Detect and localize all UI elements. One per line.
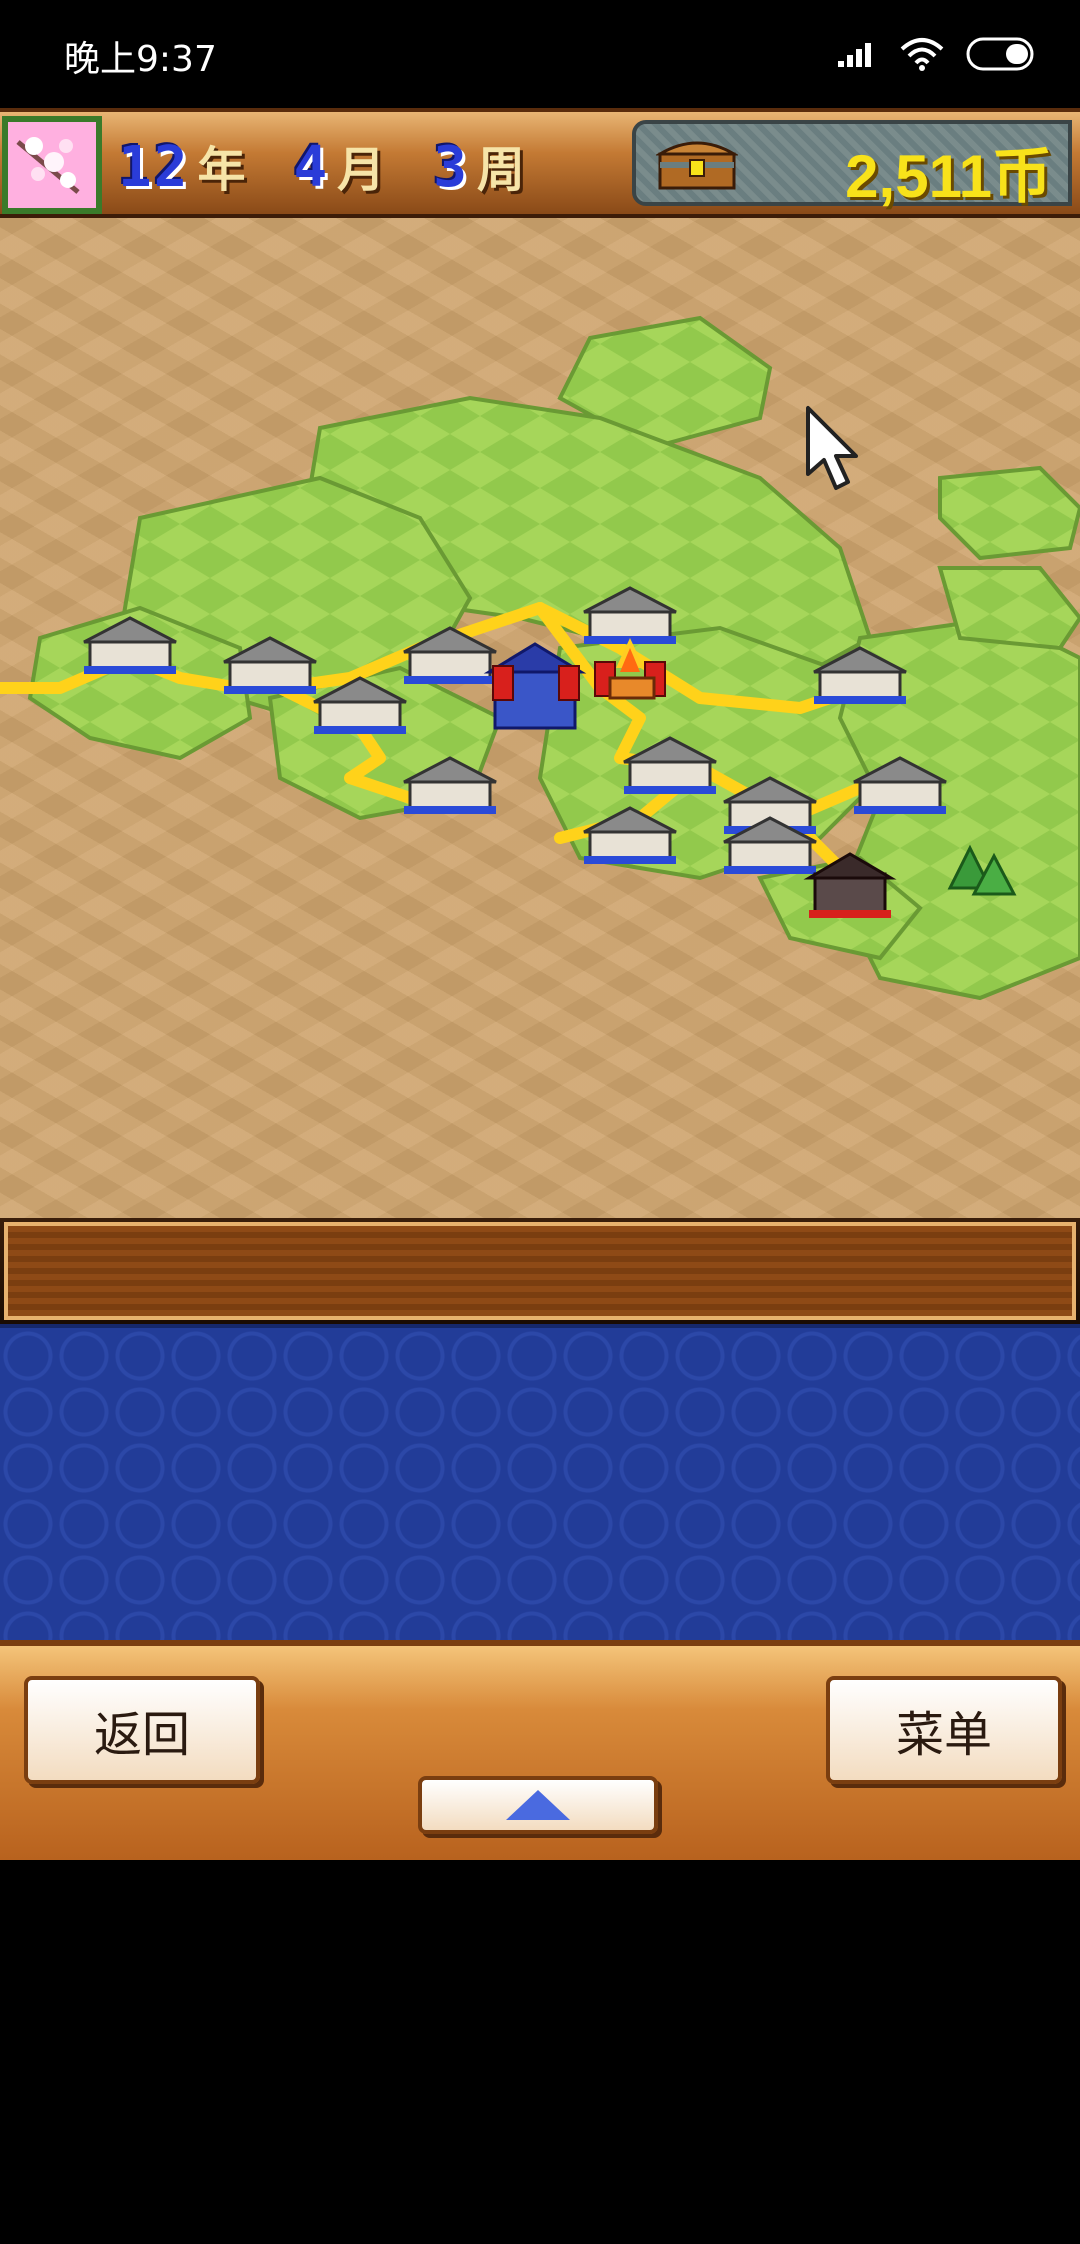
back-button[interactable]: 返回 — [24, 1676, 260, 1784]
money-panel: 2,511币 — [632, 120, 1072, 210]
year-unit: 年 — [197, 142, 246, 198]
money-amount: 2,511币 — [845, 143, 1052, 210]
month-unit: 月 — [337, 142, 386, 198]
signal-icon — [838, 43, 871, 67]
message-box — [0, 1218, 1080, 1324]
expand-panel-button[interactable] — [418, 1776, 658, 1834]
battery-icon — [966, 37, 1034, 71]
month-value: 4 — [293, 135, 330, 200]
menu-button[interactable]: 菜单 — [826, 1676, 1062, 1784]
wifi-icon — [900, 38, 944, 71]
cherry-blossom-icon[interactable] — [2, 116, 102, 214]
message-text — [4, 1222, 1076, 1320]
status-time: 晚上9:37 — [64, 39, 217, 80]
year-value: 12 — [118, 135, 190, 200]
week-value: 3 — [433, 135, 469, 200]
triangle-up-icon — [506, 1790, 570, 1820]
status-bar: 晚上9:37 — [0, 0, 1080, 108]
status-icons — [838, 34, 1036, 74]
bottom-bar: 返回 菜单 — [0, 1640, 1080, 1860]
pointer-cursor-icon — [806, 406, 858, 490]
game-header: 12 年 4 月 3 周 2,511币 — [0, 108, 1080, 218]
info-panel — [0, 1324, 1080, 1640]
week-unit: 周 — [476, 142, 525, 198]
treasure-chest-icon — [656, 141, 738, 190]
map-canvas — [0, 315, 1080, 1001]
world-map[interactable] — [0, 218, 1080, 1218]
game-date: 12 年 4 月 3 周 — [118, 130, 565, 200]
